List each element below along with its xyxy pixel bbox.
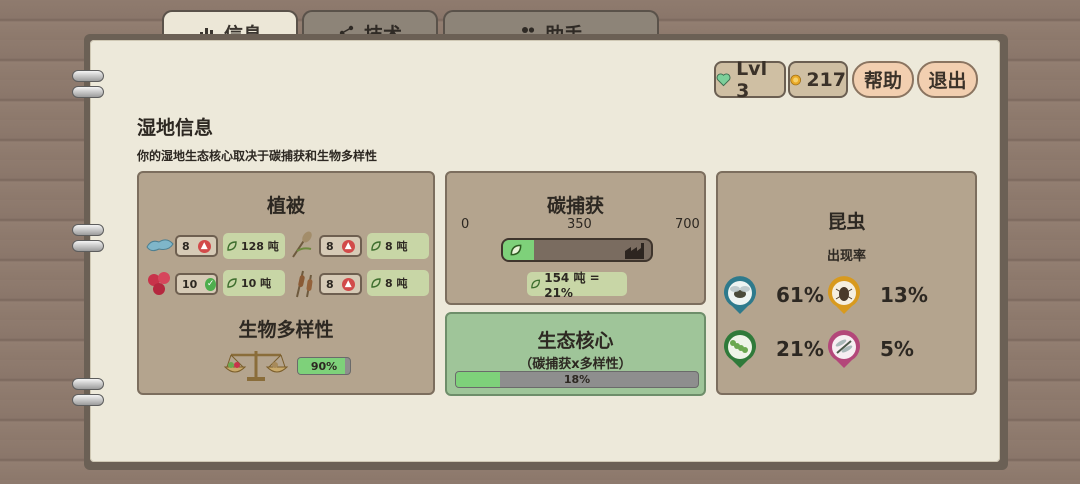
- insects-subtitle: 出现率: [826, 249, 866, 264]
- insect-rate: 5%: [880, 337, 914, 361]
- plant-carbon: 128 吨: [223, 233, 285, 259]
- insects-panel: 昆虫 出现率 61% 13% 21% 5%: [716, 171, 977, 395]
- leaf-icon: [531, 279, 541, 289]
- biodiversity-bar: 90%: [297, 357, 351, 375]
- binder-ring-icon: [72, 218, 112, 258]
- coin-count: 217: [806, 68, 846, 91]
- plant-count: 8 ▲: [175, 235, 218, 257]
- eco-core-panel: 生态核心 （碳捕获x多样性） 18%: [445, 312, 706, 396]
- leaf-icon: [371, 278, 381, 288]
- coin-icon: [790, 74, 801, 85]
- plant-count: 8 ▲: [319, 235, 362, 257]
- leaf-icon: [227, 278, 237, 288]
- leaf-icon: [371, 241, 381, 251]
- berries-icon: [148, 272, 170, 295]
- arrow-up-icon: ▲: [197, 239, 211, 253]
- help-button[interactable]: 帮助: [852, 61, 914, 98]
- beetle-icon: [828, 276, 860, 314]
- eco-core-title: 生态核心: [537, 330, 614, 352]
- insect-rate: 61%: [776, 283, 824, 307]
- level-label: Lvl 3: [736, 57, 768, 102]
- vegetation-title: 植被: [266, 195, 305, 217]
- carbon-value: 154 吨 = 21%: [527, 271, 627, 300]
- carbon-tick-max: 700: [675, 217, 700, 232]
- leaf-icon: [510, 244, 522, 256]
- page-subtitle: 你的湿地生态核心取决于碳捕获和生物多样性: [137, 149, 378, 163]
- binder-ring-icon: [72, 372, 112, 412]
- fly-icon: [724, 276, 756, 314]
- carbon-panel: 碳捕获 0 350 700 154 吨 = 21%: [445, 171, 706, 305]
- insect-rate: 13%: [880, 283, 928, 307]
- caterpillar-icon: [724, 330, 756, 368]
- cattail-icon: [296, 270, 313, 298]
- eco-core-value: 18%: [563, 373, 591, 386]
- carbon-tick-min: 0: [461, 217, 470, 232]
- plant-count: 8 ▲: [319, 273, 362, 295]
- quit-button[interactable]: 退出: [917, 61, 978, 98]
- plant-carbon: 10 吨: [223, 270, 285, 296]
- plant-count: 10 ✓: [175, 273, 218, 295]
- vegetation-panel: 植被 8 ▲ 128 吨 8 ▲ 8 吨 10 ✓ 10 吨 8 ▲ 8 吨 生…: [137, 171, 435, 395]
- check-icon: ✓: [205, 277, 216, 291]
- scale-icon: [223, 351, 289, 381]
- carbon-title: 碳捕获: [546, 195, 604, 217]
- insects-title: 昆虫: [827, 211, 866, 233]
- insect-rate: 21%: [776, 337, 824, 361]
- arrow-up-icon: ▲: [341, 239, 355, 253]
- biodiversity-title: 生物多样性: [238, 319, 334, 341]
- reed-plant-icon: [292, 231, 312, 258]
- plant-carbon: 8 吨: [367, 270, 429, 296]
- carbon-bar: [501, 238, 653, 262]
- biodiversity-value: 90%: [310, 359, 338, 373]
- algae-icon: [146, 239, 174, 252]
- page-title: 湿地信息: [137, 117, 214, 139]
- binder-ring-icon: [72, 64, 112, 104]
- leaf-icon: [227, 241, 237, 251]
- arrow-up-icon: ▲: [341, 277, 355, 291]
- eco-core-subtitle: （碳捕获x多样性）: [519, 357, 632, 372]
- factory-icon: [625, 243, 644, 259]
- dragonfly-icon: [828, 330, 860, 368]
- coin-counter: 217: [788, 61, 848, 98]
- carbon-tick-mid: 350: [567, 217, 592, 232]
- heart-icon: [716, 73, 731, 87]
- plant-carbon: 8 吨: [367, 233, 429, 259]
- level-badge: Lvl 3: [714, 58, 786, 102]
- eco-core-bar: 18%: [455, 371, 699, 388]
